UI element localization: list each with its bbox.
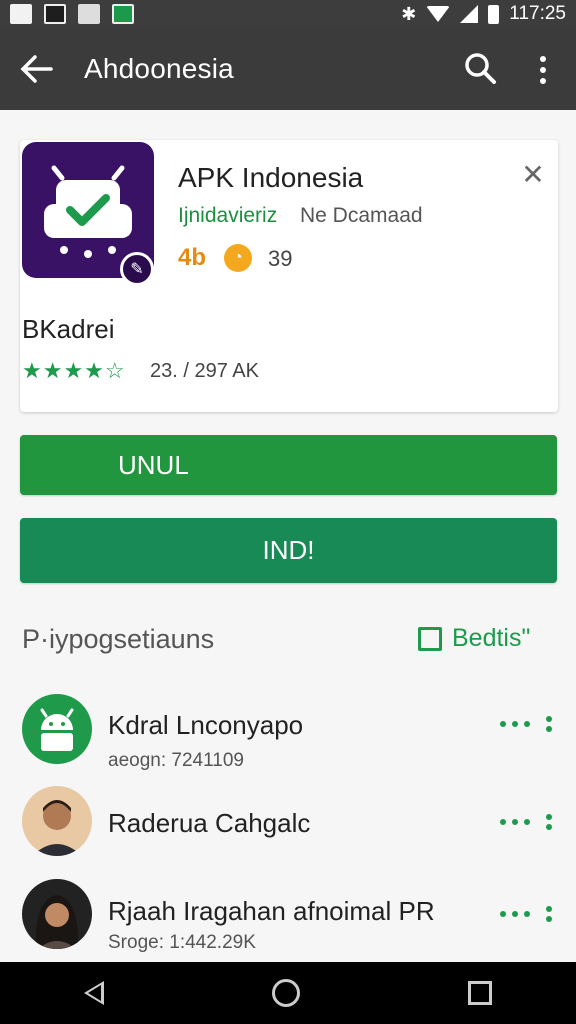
nav-recent-icon[interactable]: [468, 981, 492, 1005]
coin-count: 39: [268, 246, 293, 271]
navigation-bar: [0, 962, 576, 1024]
list-item-name: Raderua Cahgalc: [108, 808, 311, 838]
nav-home-icon[interactable]: [272, 979, 300, 1007]
gallery-icon: [44, 4, 66, 24]
star-rating-icon: ★★★★☆: [22, 358, 126, 383]
external-link-icon: [418, 626, 442, 651]
more-vert-icon[interactable]: [530, 52, 556, 88]
coin-icon: ◔: [224, 244, 252, 272]
section-action-label: Bedtis": [452, 624, 531, 652]
signal-icon: [460, 5, 479, 23]
rating-badge: 4b: [178, 244, 207, 271]
developer-note: Ne Dcamaad: [300, 204, 423, 227]
wifi-icon: [426, 6, 451, 22]
person-avatar: [22, 879, 92, 949]
secondary-button[interactable]: IND!: [20, 518, 557, 583]
section-action-link[interactable]: Bedtis": [418, 624, 530, 653]
arrow-left-icon[interactable]: [0, 28, 72, 110]
list-item[interactable]: Raderua Cahgalc: [0, 784, 576, 874]
battery-icon: [488, 4, 500, 24]
edit-badge-icon: ✎: [120, 252, 154, 286]
bluetooth-icon: ✱: [401, 3, 417, 24]
developer-link[interactable]: Ijnidavieriz: [178, 204, 277, 228]
cloud-icon: [78, 4, 100, 24]
primary-button[interactable]: UNUL: [20, 435, 557, 495]
search-icon[interactable]: [462, 50, 498, 88]
status-system: ✱ 117:25: [401, 3, 566, 25]
list-item-name: Kdral Lnconyapo: [108, 710, 304, 740]
list-item-sub: Sroge: 1:442.29K: [108, 932, 256, 953]
list-item[interactable]: Rjaah Iragahan afnoimal PR Sroge: 1:442.…: [0, 874, 576, 964]
status-notifications: [10, 4, 134, 24]
app-icon: [112, 4, 134, 24]
app-bar: Ahdoonesia: [0, 28, 576, 110]
person-avatar: [22, 786, 92, 856]
app-name: APK Indonesia: [178, 162, 364, 193]
app-bar-title: Ahdoonesia: [84, 53, 234, 84]
review-count: 23. / 297 AK: [150, 360, 259, 382]
list-item[interactable]: Kdral Lnconyapo aeogn: 7241109: [0, 690, 576, 780]
app-logo-icon: ✎: [22, 142, 154, 286]
nav-back-icon[interactable]: [84, 981, 104, 1005]
app-card: ✎ APK Indonesia Ijnidavieriz Ne Dcamaad …: [20, 140, 558, 412]
app-category: BKadrei: [22, 314, 115, 344]
section-title: P·iypogsetiauns: [22, 624, 215, 654]
list-item-sub: aeogn: 7241109: [108, 750, 244, 771]
more-options-icon[interactable]: [500, 906, 552, 922]
close-icon[interactable]: ✕: [518, 160, 548, 190]
android-avatar-icon: [22, 694, 92, 764]
list-item-name: Rjaah Iragahan afnoimal PR: [108, 896, 435, 926]
image-icon: [10, 4, 32, 24]
more-options-icon[interactable]: [500, 814, 552, 830]
more-options-icon[interactable]: [500, 716, 552, 732]
status-time: 117:25: [509, 3, 566, 24]
status-bar: ✱ 117:25: [0, 0, 576, 28]
